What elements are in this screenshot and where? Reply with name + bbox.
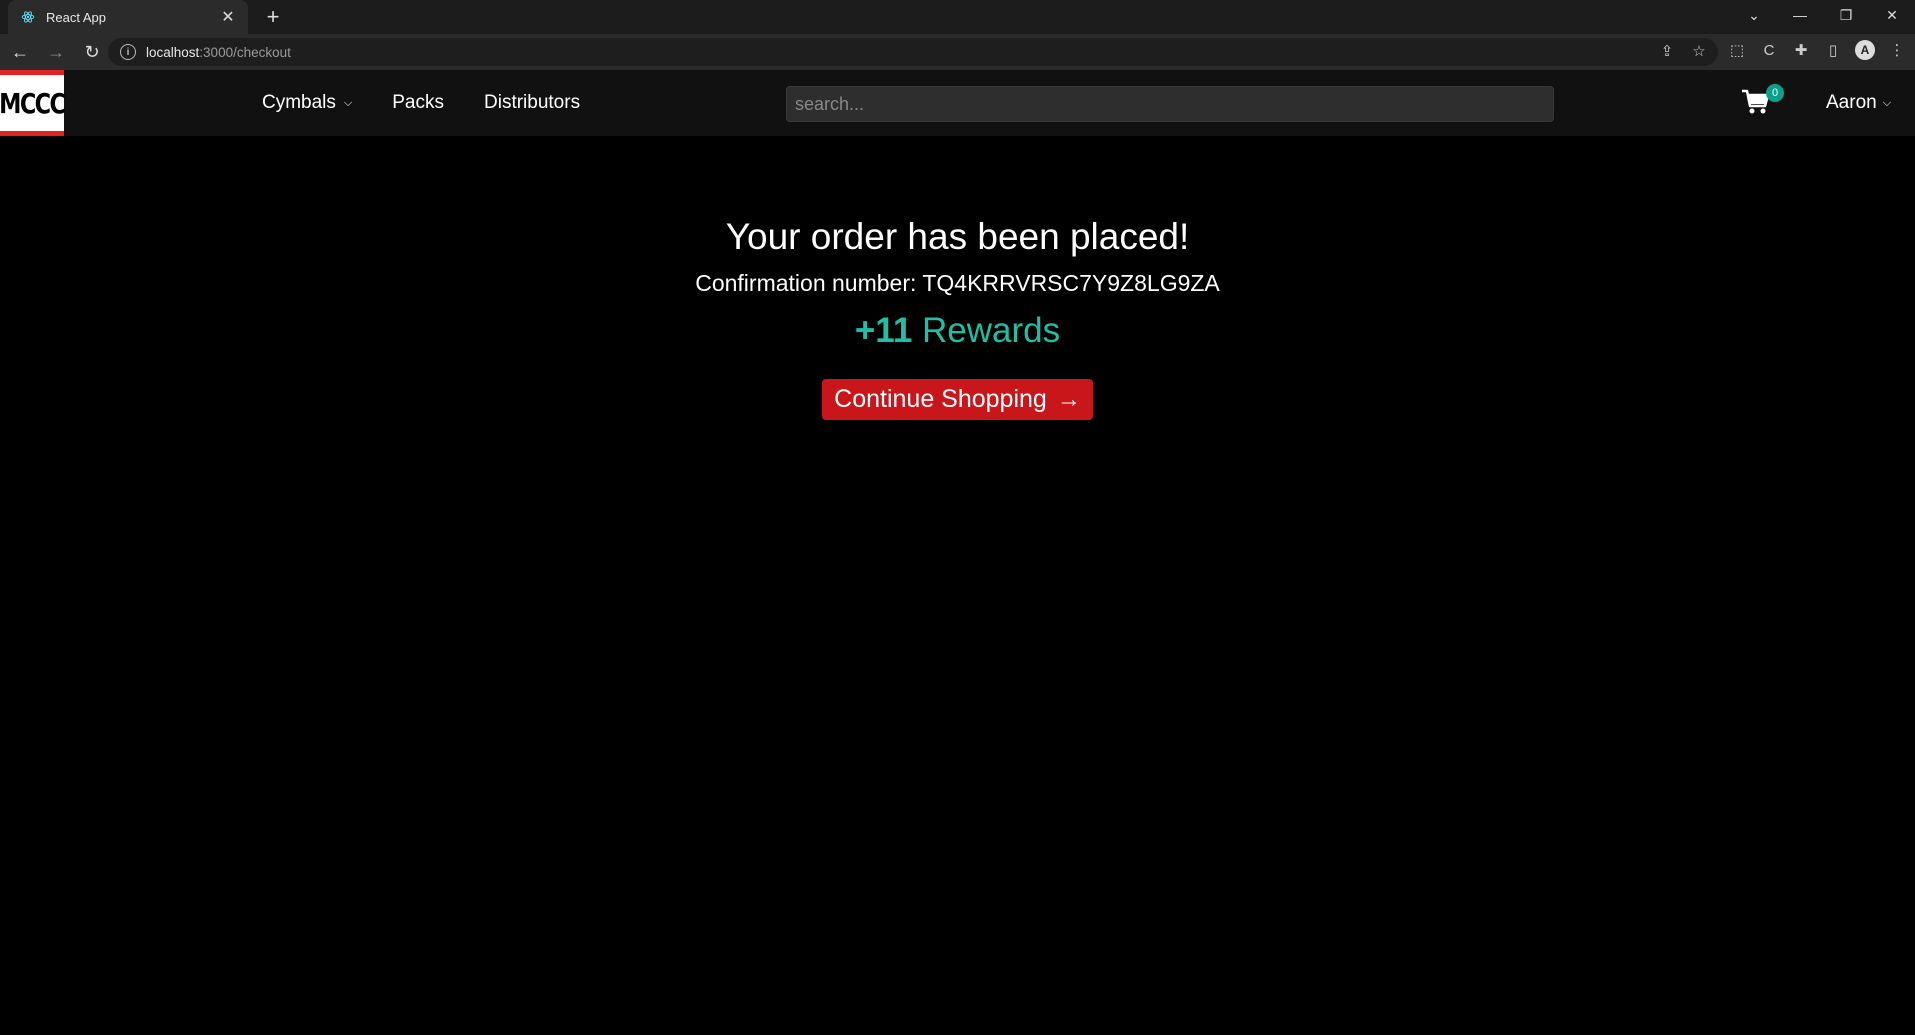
cart-button[interactable]: 0 (1740, 84, 1784, 120)
reload-icon[interactable]: ↻ (76, 36, 108, 68)
nav-distributors[interactable]: Distributors (484, 92, 580, 114)
url-host: localhost (146, 44, 200, 60)
nav-label: Distributors (484, 92, 581, 113)
rewards-label: Rewards (922, 311, 1061, 350)
search-input[interactable] (786, 86, 1554, 122)
plus-icon[interactable]: + (260, 4, 286, 30)
confirmation-number: TQ4KRRVRSC7Y9Z8LG9ZA (922, 270, 1220, 296)
user-name: Aaron (1826, 92, 1877, 113)
nav-label: Cymbals (262, 92, 336, 113)
cart-count-badge: 0 (1766, 84, 1784, 102)
back-icon[interactable]: ← (4, 36, 36, 68)
user-menu[interactable]: Aaron ⌵ (1826, 70, 1891, 136)
continue-label: Continue Shopping (834, 385, 1047, 413)
puzzle-icon[interactable]: ✚ (1791, 40, 1811, 60)
site-header: MCCC Cymbals ⌵ Packs Distributors 0 Aaro… (0, 70, 1915, 136)
info-icon[interactable]: i (120, 44, 136, 60)
forward-icon[interactable]: → (40, 36, 72, 68)
menu-icon[interactable]: ⋮ (1887, 40, 1907, 60)
browser-tab[interactable]: React App ✕ (8, 0, 248, 34)
profile-avatar[interactable]: A (1855, 40, 1875, 60)
react-icon (20, 9, 36, 25)
logo-text: MCCC (0, 86, 66, 120)
tab-title: React App (46, 9, 106, 25)
confirmation-line: Confirmation number: TQ4KRRVRSC7Y9Z8LG9Z… (0, 270, 1915, 297)
browser-tab-bar: React App ✕ + ⌄ — ❐ ✕ (0, 0, 1915, 34)
chevron-down-icon: ⌵ (343, 96, 353, 109)
rewards-line: +11 Rewards (0, 311, 1915, 351)
arrow-right-icon: → (1056, 385, 1081, 413)
rewards-points: +11 (854, 311, 913, 350)
site-logo[interactable]: MCCC (0, 70, 66, 136)
share-icon[interactable]: ⇪ (1658, 42, 1676, 60)
order-confirmation: Your order has been placed! Confirmation… (0, 136, 1915, 420)
continue-shopping-button[interactable]: Continue Shopping → (822, 379, 1093, 420)
extension-icon[interactable]: ⬚ (1727, 40, 1747, 60)
nav-packs[interactable]: Packs (392, 92, 444, 114)
url-path: :3000/checkout (199, 44, 291, 60)
chevron-down-icon: ⌵ (1882, 96, 1892, 109)
sidepanel-icon[interactable]: ▯ (1823, 40, 1843, 60)
star-icon[interactable]: ☆ (1690, 42, 1708, 60)
address-bar[interactable]: i localhost:3000/checkout ⇪ ☆ (108, 38, 1718, 66)
window-controls: ⌄ — ❐ ✕ (1731, 0, 1915, 30)
close-window-icon[interactable]: ✕ (1869, 0, 1915, 30)
close-icon[interactable]: ✕ (220, 7, 236, 27)
restore-icon[interactable]: ❐ (1823, 0, 1869, 30)
minimize-icon[interactable]: — (1777, 0, 1823, 30)
main-nav: Cymbals ⌵ Packs Distributors (262, 70, 580, 136)
page-title: Your order has been placed! (725, 216, 1190, 257)
confirmation-label: Confirmation number: (695, 270, 917, 296)
nav-label: Packs (392, 92, 444, 113)
nav-cymbals[interactable]: Cymbals ⌵ (262, 92, 352, 114)
browser-toolbar: ← → ↻ i localhost:3000/checkout ⇪ ☆ ⬚ C … (0, 34, 1915, 70)
extension-icon[interactable]: C (1759, 40, 1779, 60)
chevron-down-icon[interactable]: ⌄ (1731, 0, 1777, 30)
